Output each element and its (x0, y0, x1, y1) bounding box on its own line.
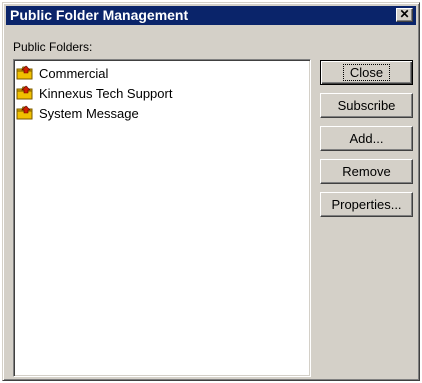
folder-label: Commercial (39, 65, 109, 81)
list-item[interactable]: Commercial (16, 63, 308, 83)
close-button[interactable]: Close (320, 60, 413, 85)
close-button-label: Close (342, 64, 391, 81)
action-buttons: Close Subscribe Add... Remove Properties… (320, 60, 414, 225)
title-bar[interactable]: Public Folder Management ✕ (6, 6, 416, 25)
list-item[interactable]: Kinnexus Tech Support (16, 83, 308, 103)
list-item[interactable]: System Message (16, 103, 308, 123)
subscribe-button[interactable]: Subscribe (320, 93, 413, 118)
add-button[interactable]: Add... (320, 126, 413, 151)
folder-label: System Message (39, 105, 139, 121)
public-folders-list[interactable]: Commercial Kinnexus Tech Support System … (13, 59, 311, 377)
public-folder-icon (16, 85, 33, 100)
close-icon[interactable]: ✕ (396, 8, 413, 22)
properties-button[interactable]: Properties... (320, 192, 413, 217)
remove-button[interactable]: Remove (320, 159, 413, 184)
public-folder-icon (16, 65, 33, 80)
public-folders-label: Public Folders: (13, 40, 93, 54)
public-folder-icon (16, 105, 33, 120)
window-title: Public Folder Management (10, 7, 189, 23)
folder-label: Kinnexus Tech Support (39, 85, 173, 101)
